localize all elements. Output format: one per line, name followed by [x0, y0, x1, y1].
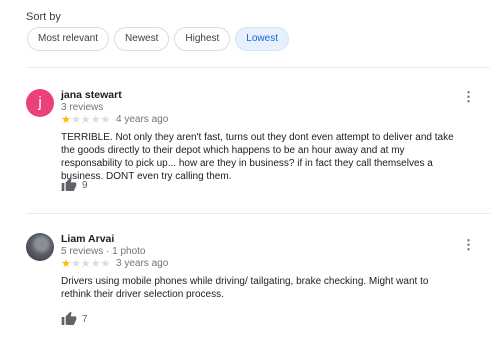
reviewer-meta: 5 reviews · 1 photo — [61, 246, 146, 257]
thumb-up-icon — [61, 311, 77, 325]
review-text: TERRIBLE. Not only they aren't fast, tur… — [61, 132, 454, 182]
like-button[interactable]: 7 — [61, 311, 88, 327]
star-icon: ★ — [100, 258, 111, 270]
review-text: Drivers using mobile phones while drivin… — [61, 276, 429, 300]
star-icon: ★ — [80, 114, 91, 126]
reviewer-name[interactable]: Liam Arvai — [61, 233, 114, 245]
divider — [26, 213, 490, 214]
review-card: j jana stewart 3 reviews ★★★★★ 4 years a… — [26, 89, 486, 199]
like-count: 9 — [82, 179, 88, 191]
star-icon: ★ — [70, 258, 81, 270]
reviewer-meta: 3 reviews — [61, 102, 104, 113]
star-icon: ★ — [100, 114, 111, 126]
divider — [26, 67, 490, 68]
avatar[interactable]: j — [26, 89, 54, 117]
star-icon: ★ — [70, 114, 81, 126]
sort-lowest-chip[interactable]: Lowest — [235, 27, 289, 51]
like-button[interactable]: 9 — [61, 177, 88, 193]
star-icon: ★ — [61, 258, 71, 270]
star-icon: ★ — [61, 114, 71, 126]
star-icon: ★ — [90, 114, 101, 126]
review-date: 3 years ago — [116, 258, 169, 269]
sort-most-relevant-chip[interactable]: Most relevant — [27, 27, 110, 51]
sort-highest-chip[interactable]: Highest — [174, 27, 231, 51]
review-date: 4 years ago — [116, 114, 169, 125]
star-rating: ★★★★★ — [61, 114, 110, 126]
star-rating: ★★★★★ — [61, 258, 110, 270]
sort-chips: Most relevant Newest Highest Lowest — [27, 27, 289, 51]
more-vert-icon[interactable]: ⋮ — [462, 89, 475, 105]
more-vert-icon[interactable]: ⋮ — [462, 237, 475, 253]
review-card: Liam Arvai 5 reviews · 1 photo ★★★★★ 3 y… — [26, 233, 486, 333]
thumb-up-icon — [61, 177, 77, 191]
reviewer-name[interactable]: jana stewart — [61, 89, 122, 101]
star-icon: ★ — [90, 258, 101, 270]
like-count: 7 — [82, 313, 88, 325]
sort-label: Sort by — [26, 11, 61, 23]
avatar[interactable] — [26, 233, 54, 261]
sort-newest-chip[interactable]: Newest — [114, 27, 170, 51]
star-icon: ★ — [80, 258, 91, 270]
